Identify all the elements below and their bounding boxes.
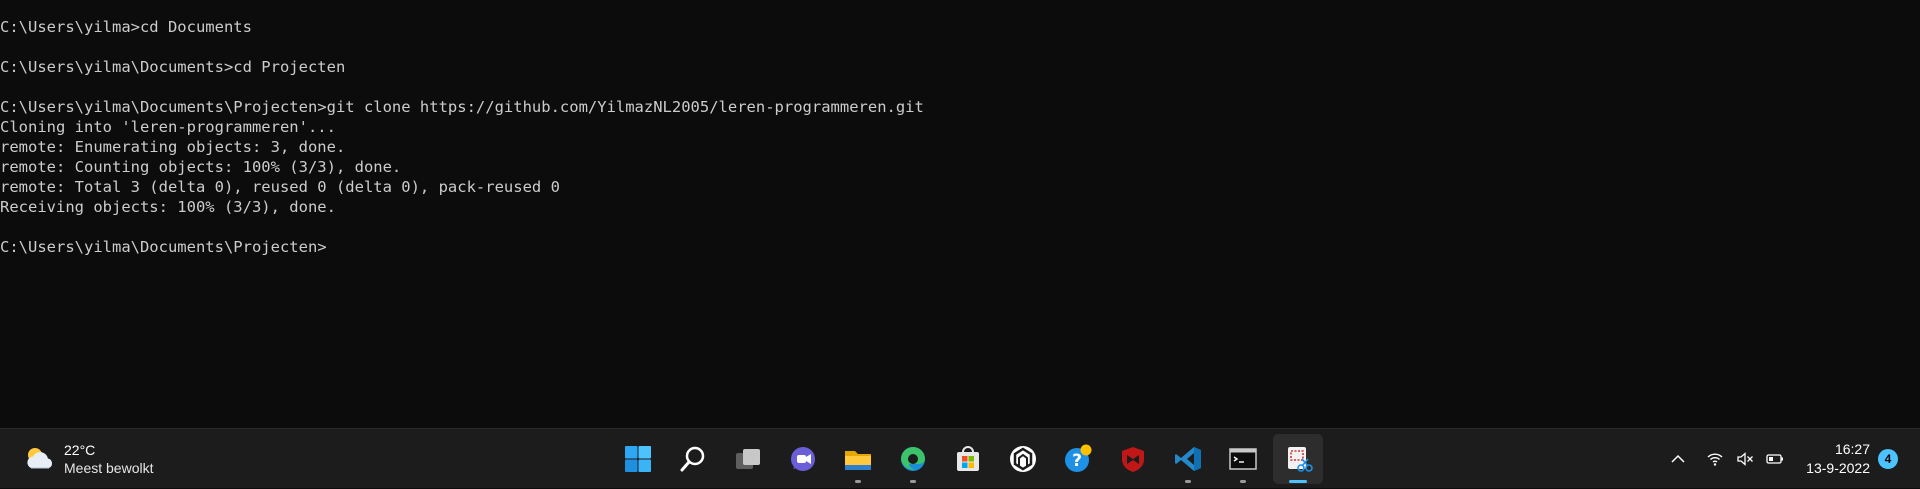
hexagon-app-icon	[1009, 446, 1036, 472]
notification-badge[interactable]: 4	[1878, 449, 1898, 469]
terminal-icon	[1228, 448, 1257, 470]
running-indicator	[854, 480, 861, 483]
chat-icon	[790, 447, 815, 471]
chevron-up-icon	[1671, 454, 1685, 463]
snipping-tool-button[interactable]	[1272, 434, 1323, 484]
terminal-line: C:\Users\yilma>cd Documents	[0, 18, 252, 36]
running-indicator	[909, 480, 916, 483]
terminal-window[interactable]: C:\Users\yilma>cd Documents C:\Users\yil…	[0, 0, 1920, 428]
terminal-line: remote: Total 3 (delta 0), reused 0 (del…	[0, 178, 560, 196]
folder-icon	[844, 451, 871, 470]
file-explorer-button[interactable]	[833, 434, 883, 484]
terminal-output[interactable]: C:\Users\yilma>cd Documents C:\Users\yil…	[0, 17, 924, 257]
help-button[interactable]: ?	[1053, 434, 1103, 484]
help-icon: ?	[1064, 444, 1091, 472]
battery-icon	[1766, 454, 1784, 464]
active-indicator	[1288, 480, 1307, 483]
start-button[interactable]	[613, 434, 663, 484]
edge-button[interactable]	[888, 434, 938, 484]
store-button[interactable]	[943, 434, 993, 484]
taskbar-apps: ?	[610, 433, 1325, 485]
weather-widget[interactable]: 22°C Meest bewolkt	[22, 429, 153, 489]
show-hidden-icons-button[interactable]	[1664, 445, 1692, 473]
partly-cloudy-icon	[27, 448, 53, 469]
svg-text:?: ?	[1072, 451, 1082, 471]
store-icon	[956, 446, 979, 471]
clock-time: 16:27	[1834, 441, 1870, 457]
weather-temperature: 22°C	[64, 441, 96, 458]
task-view-button[interactable]	[723, 434, 773, 484]
hexagon-app-button[interactable]	[998, 434, 1048, 484]
terminal-line: Cloning into 'leren-programmeren'...	[0, 118, 336, 136]
terminal-scrollbar[interactable]	[1912, 0, 1920, 428]
terminal-button[interactable]	[1218, 434, 1268, 484]
terminal-line: remote: Counting objects: 100% (3/3), do…	[0, 158, 402, 176]
edge-icon	[900, 447, 925, 471]
windows-logo-icon	[624, 446, 651, 472]
running-indicator	[1184, 480, 1191, 483]
terminal-line: C:\Users\yilma\Documents\Projecten>git c…	[0, 98, 924, 116]
taskbar: 22°C Meest bewolkt ? 16:27 13-9-2022 4	[0, 428, 1920, 488]
chat-button[interactable]	[778, 434, 828, 484]
clock-date: 13-9-2022	[1806, 460, 1870, 476]
system-tray: 16:27 13-9-2022 4	[1663, 429, 1920, 489]
mcafee-button[interactable]	[1108, 434, 1158, 484]
search-icon	[680, 446, 704, 472]
battery-button[interactable]	[1761, 445, 1789, 473]
snipping-tool-icon	[1287, 447, 1313, 472]
terminal-line: remote: Enumerating objects: 3, done.	[0, 138, 346, 156]
task-view-icon	[735, 449, 760, 469]
terminal-line: C:\Users\yilma\Documents>cd Projecten	[0, 58, 346, 76]
running-indicator	[1239, 480, 1246, 483]
vscode-button[interactable]	[1163, 434, 1213, 484]
search-button[interactable]	[668, 434, 718, 484]
mcafee-icon	[1121, 447, 1144, 472]
volume-button[interactable]	[1731, 445, 1759, 473]
weather-description: Meest bewolkt	[64, 459, 154, 476]
terminal-prompt[interactable]: C:\Users\yilma\Documents\Projecten>	[0, 237, 924, 257]
network-button[interactable]	[1701, 445, 1729, 473]
volume-muted-icon	[1737, 452, 1754, 466]
clock[interactable]: 16:27 13-9-2022	[1806, 440, 1870, 478]
terminal-line: Receiving objects: 100% (3/3), done.	[0, 198, 336, 216]
vscode-icon	[1174, 447, 1201, 471]
wifi-icon	[1707, 453, 1723, 466]
